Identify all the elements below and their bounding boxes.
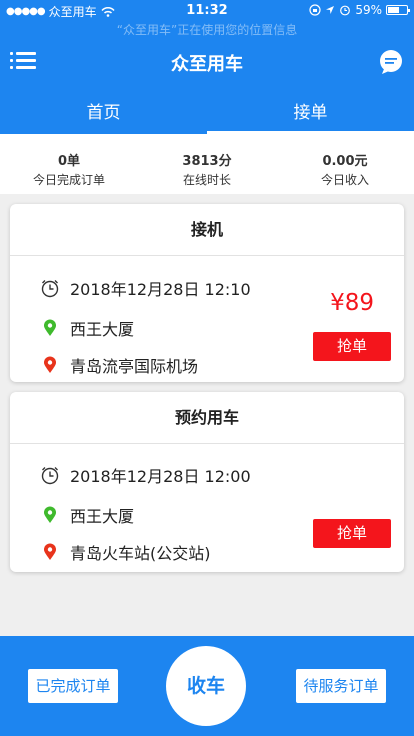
battery-percent: 59% xyxy=(355,3,382,17)
stat-completed-orders: 0单 今日完成订单 xyxy=(0,134,138,194)
order-destination: 青岛流亭国际机场 xyxy=(70,357,199,376)
stat-value: 0.00元 xyxy=(322,154,368,169)
order-time-row: 2018年12月28日 12:00 xyxy=(40,463,251,487)
stat-label: 在线时长 xyxy=(182,173,231,187)
status-right: 59% xyxy=(309,3,410,17)
stat-online-time: 3813分 在线时长 xyxy=(138,134,276,194)
order-destination: 青岛火车站(公交站) xyxy=(70,544,211,563)
grab-order-button[interactable]: 抢单 xyxy=(313,332,391,361)
order-time: 2018年12月28日 12:10 xyxy=(70,280,251,299)
clock-icon xyxy=(40,278,60,298)
stat-label: 今日收入 xyxy=(320,173,369,187)
stat-value: 3813分 xyxy=(182,154,232,169)
order-destination-row: 青岛流亭国际机场 xyxy=(40,353,198,377)
order-origin-row: 西王大厦 xyxy=(40,316,134,340)
order-origin: 西王大厦 xyxy=(70,507,135,526)
order-card: 接机 2018年12月28日 12:10 西王大厦 青岛流亭国际机场 ¥89 抢… xyxy=(10,204,404,382)
order-destination-row: 青岛火车站(公交站) xyxy=(40,540,211,564)
order-origin: 西王大厦 xyxy=(70,320,135,339)
destination-pin-icon xyxy=(40,355,60,375)
grab-order-button[interactable]: 抢单 xyxy=(313,519,391,548)
order-time-row: 2018年12月28日 12:10 xyxy=(40,276,251,300)
order-type: 接机 xyxy=(10,204,404,256)
destination-pin-icon xyxy=(40,542,60,562)
pending-orders-button[interactable]: 待服务订单 xyxy=(296,669,386,703)
stat-income: 0.00元 今日收入 xyxy=(276,134,414,194)
origin-pin-icon xyxy=(40,318,60,338)
order-type: 预约用车 xyxy=(10,392,404,444)
page-title: 众至用车 xyxy=(171,54,243,75)
status-bar: ●●●●● 众至用车 11:32 59% xyxy=(0,0,414,22)
location-arrow-icon xyxy=(326,6,335,14)
stop-service-button[interactable]: 收车 xyxy=(166,646,246,726)
order-time: 2018年12月28日 12:00 xyxy=(70,467,251,486)
clock-icon xyxy=(40,465,60,485)
order-price: ¥89 xyxy=(330,290,374,316)
order-card: 预约用车 2018年12月28日 12:00 西王大厦 青岛火车站(公交站) 抢… xyxy=(10,392,404,572)
bottom-bar: 已完成订单 收车 待服务订单 xyxy=(0,636,414,736)
location-banner: “众至用车”正在使用您的位置信息 xyxy=(116,23,298,37)
tab-accept-orders[interactable]: 接单 xyxy=(207,90,414,134)
nav-bar: 众至用车 xyxy=(0,42,414,82)
stat-label: 今日完成订单 xyxy=(32,173,105,187)
alarm-icon xyxy=(340,5,351,16)
battery-icon xyxy=(386,5,410,15)
completed-orders-button[interactable]: 已完成订单 xyxy=(28,669,118,703)
stat-value: 0单 xyxy=(57,154,81,169)
tab-home[interactable]: 首页 xyxy=(0,90,207,134)
top-header: ●●●●● 众至用车 11:32 59% “众至用车”正在使用您的位置信息 众至… xyxy=(0,0,414,134)
origin-pin-icon xyxy=(40,505,60,525)
rotation-lock-icon xyxy=(309,4,321,16)
order-origin-row: 西王大厦 xyxy=(40,503,134,527)
chat-icon[interactable] xyxy=(378,49,404,75)
stats-bar: 0单 今日完成订单 3813分 在线时长 0.00元 今日收入 xyxy=(0,134,414,194)
tab-bar: 首页 接单 xyxy=(0,90,414,134)
